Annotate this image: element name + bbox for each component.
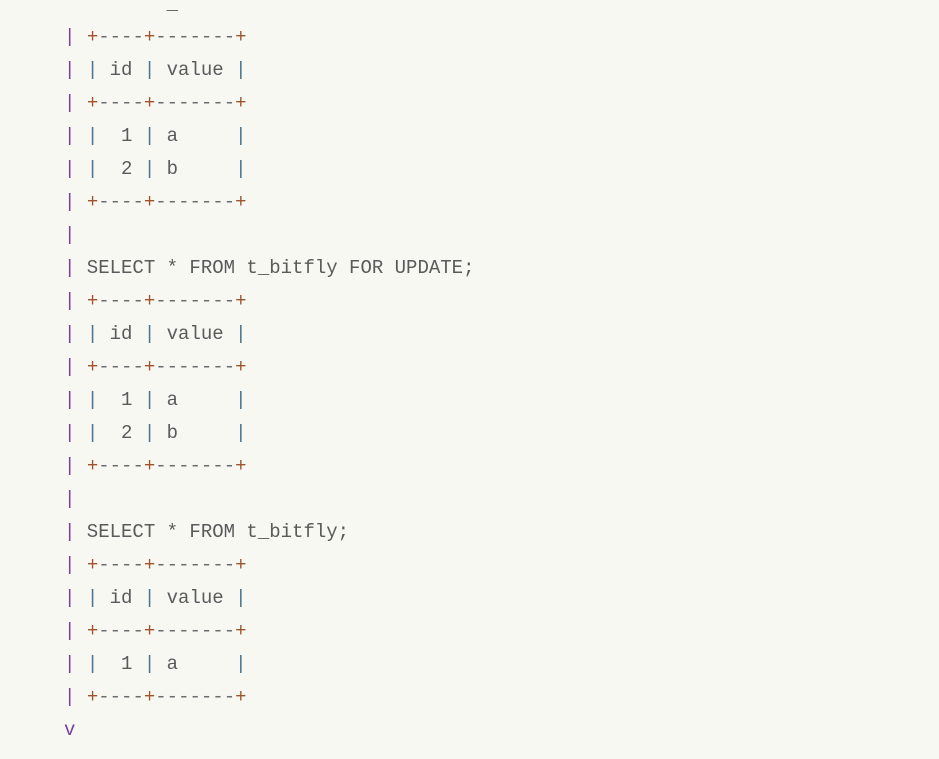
code-line: | +----+-------+: [64, 356, 247, 378]
code-line: | +----+-------+: [64, 191, 247, 213]
code-line: | | id | value |: [64, 587, 247, 609]
code-line: | | 1 | a |: [64, 389, 247, 411]
code-line: | SELECT * FROM t_bitfly;: [64, 521, 350, 543]
code-line: _: [64, 0, 179, 15]
code-line: |: [64, 224, 76, 246]
code-line: |: [64, 488, 76, 510]
code-line: | SELECT * FROM t_bitfly FOR UPDATE;: [64, 257, 475, 279]
code-line: | +----+-------+: [64, 26, 247, 48]
code-line: | +----+-------+: [64, 455, 247, 477]
code-line: | | id | value |: [64, 323, 247, 345]
code-line: | +----+-------+: [64, 290, 247, 312]
code-block: _ | +----+-------+ | | id | value | | +----…: [64, 0, 474, 747]
code-line: | +----+-------+: [64, 554, 247, 576]
code-line: | +----+-------+: [64, 92, 247, 114]
code-line: | | id | value |: [64, 59, 247, 81]
code-line: | | 1 | a |: [64, 653, 247, 675]
code-line: | +----+-------+: [64, 686, 247, 708]
code-line: | | 2 | b |: [64, 422, 247, 444]
code-line: | +----+-------+: [64, 620, 247, 642]
code-line: v: [64, 719, 76, 741]
code-line: | | 2 | b |: [64, 158, 247, 180]
code-line: | | 1 | a |: [64, 125, 247, 147]
